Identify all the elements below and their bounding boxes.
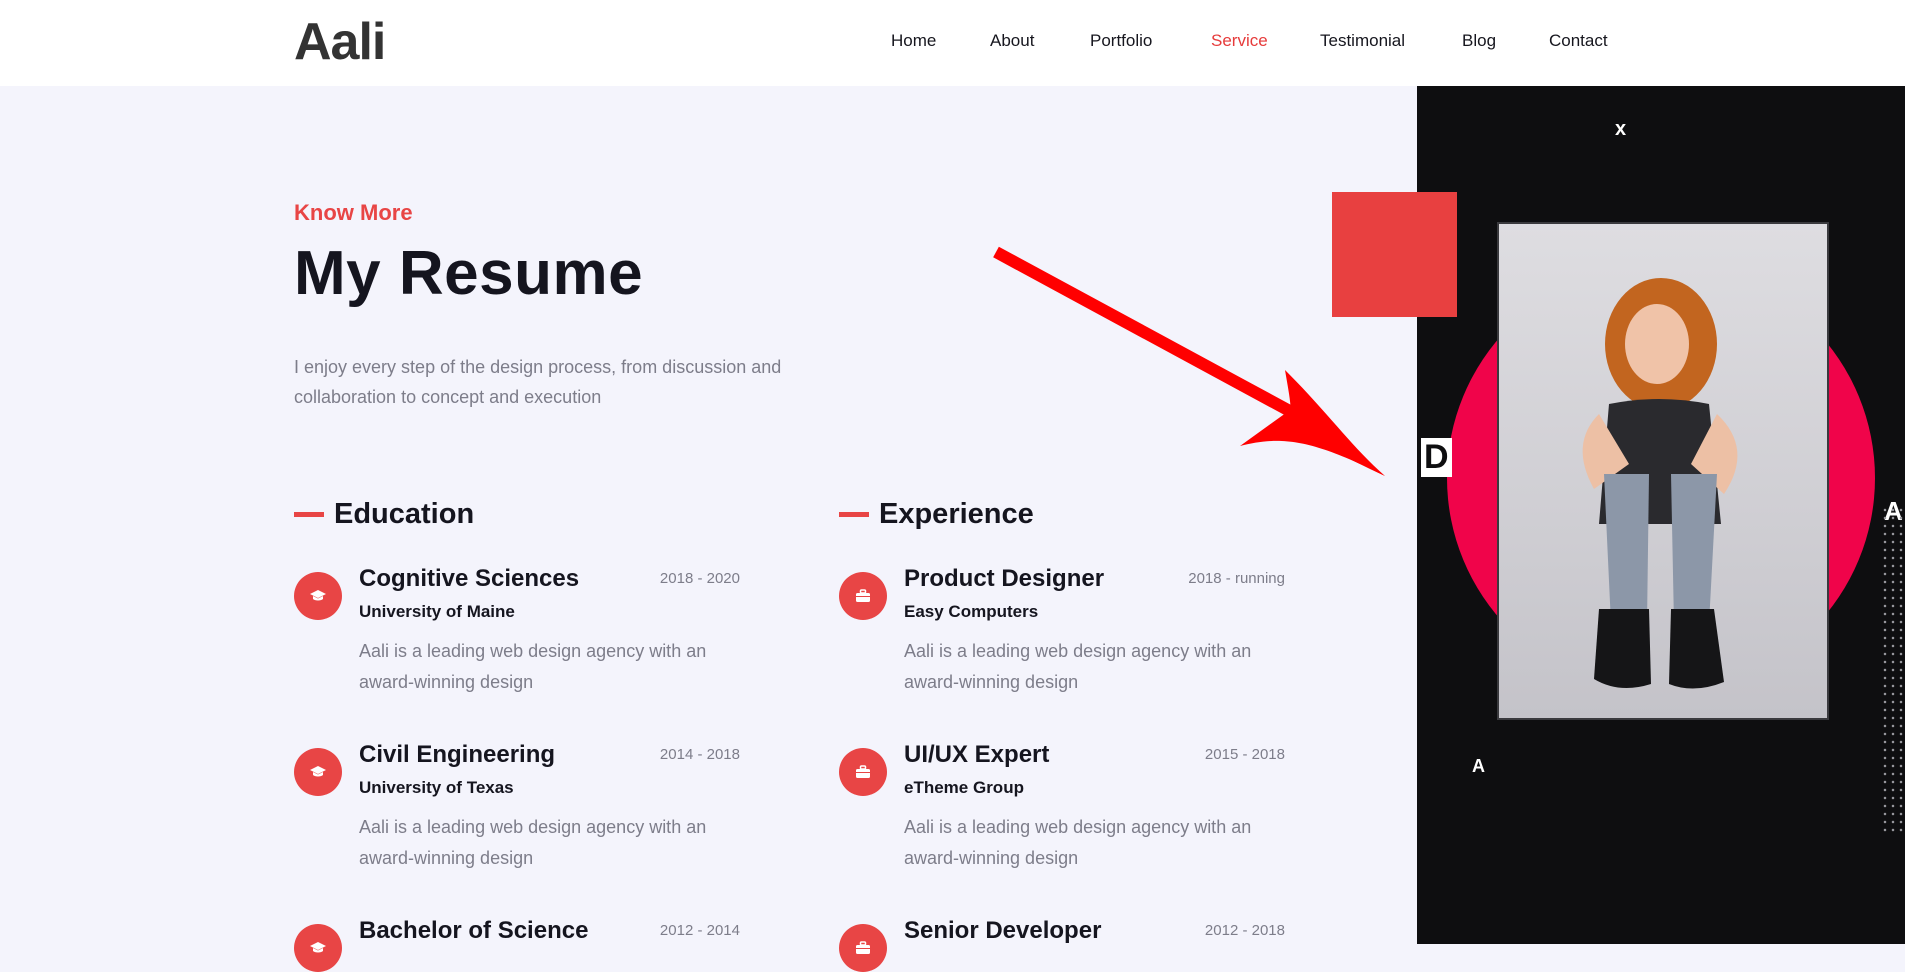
briefcase-icon [839,924,887,972]
experience-heading: Experience [839,494,1034,534]
experience-item-name: Senior Developer [904,917,1102,944]
education-heading: Education [294,494,474,534]
section-eyebrow: Know More [294,200,413,225]
education-heading-text: Education [334,497,475,530]
education-item: Bachelor of Science 2012 - 2014 [294,914,740,972]
experience-item-years: 2015 - 2018 [1204,746,1285,763]
site-header: Aali Home About Portfolio Service Testim… [0,0,1905,86]
education-item-name: Cognitive Sciences [359,565,580,592]
education-item-years: 2012 - 2014 [659,922,740,939]
nav-item-contact[interactable]: Contact [1549,29,1608,53]
graduation-cap-icon [294,924,342,972]
portfolio-preview-panel: x D A A [1417,86,1905,944]
experience-item: UI/UX Expert 2015 - 2018 eTheme Group Aa… [839,738,1285,898]
experience-item-org: eTheme Group [904,778,1024,797]
experience-heading-text: Experience [879,497,1034,530]
experience-item: Product Designer 2018 - running Easy Com… [839,562,1285,722]
page-title: My Resume [294,239,644,308]
panel-letter: A [1472,756,1485,776]
experience-item-desc: Aali is a leading web design agency with… [904,817,1252,868]
education-item-org: University of Texas [359,778,514,797]
nav-item-testimonial[interactable]: Testimonial [1320,29,1405,53]
experience-item-name: Product Designer [904,565,1105,592]
experience-item-name: UI/UX Expert [904,741,1050,768]
decorative-dot-grid [1881,506,1905,836]
graduation-cap-icon [294,748,342,796]
education-item-org: University of Maine [359,602,515,621]
experience-item-years: 2018 - running [1188,570,1285,587]
education-item: Civil Engineering 2014 - 2018 University… [294,738,740,898]
person-image [1582,278,1738,689]
experience-item: Senior Developer 2012 - 2018 [839,914,1285,972]
education-item-desc: Aali is a leading web design agency with… [359,817,707,868]
education-item-name: Civil Engineering [359,741,556,768]
experience-item-org: Easy Computers [904,602,1039,621]
nav-item-blog[interactable]: Blog [1462,29,1496,53]
education-item-name: Bachelor of Science [359,917,589,944]
experience-item-desc: Aali is a leading web design agency with… [904,641,1252,692]
nav-item-service[interactable]: Service [1211,29,1268,53]
nav-item-about[interactable]: About [990,29,1034,53]
profile-photo [1497,222,1829,720]
education-item: Cognitive Sciences 2018 - 2020 Universit… [294,562,740,722]
graduation-cap-icon [294,572,342,620]
education-item-years: 2014 - 2018 [659,746,740,763]
experience-item-years: 2012 - 2018 [1204,922,1285,939]
arrow-icon [993,246,1385,476]
briefcase-icon [839,748,887,796]
panel-letter: D [1421,438,1452,477]
nav-item-home[interactable]: Home [891,29,936,53]
main-nav: Home About Portfolio Service Testimonial… [0,29,1905,59]
education-item-years: 2018 - 2020 [659,570,740,587]
heading-dash [294,511,324,517]
close-icon[interactable]: x [1615,118,1626,141]
education-item-desc: Aali is a leading web design agency with… [359,641,707,692]
heading-dash [839,511,869,517]
briefcase-icon [839,572,887,620]
nav-item-portfolio[interactable]: Portfolio [1090,29,1152,53]
section-intro: I enjoy every step of the design process… [294,357,782,407]
